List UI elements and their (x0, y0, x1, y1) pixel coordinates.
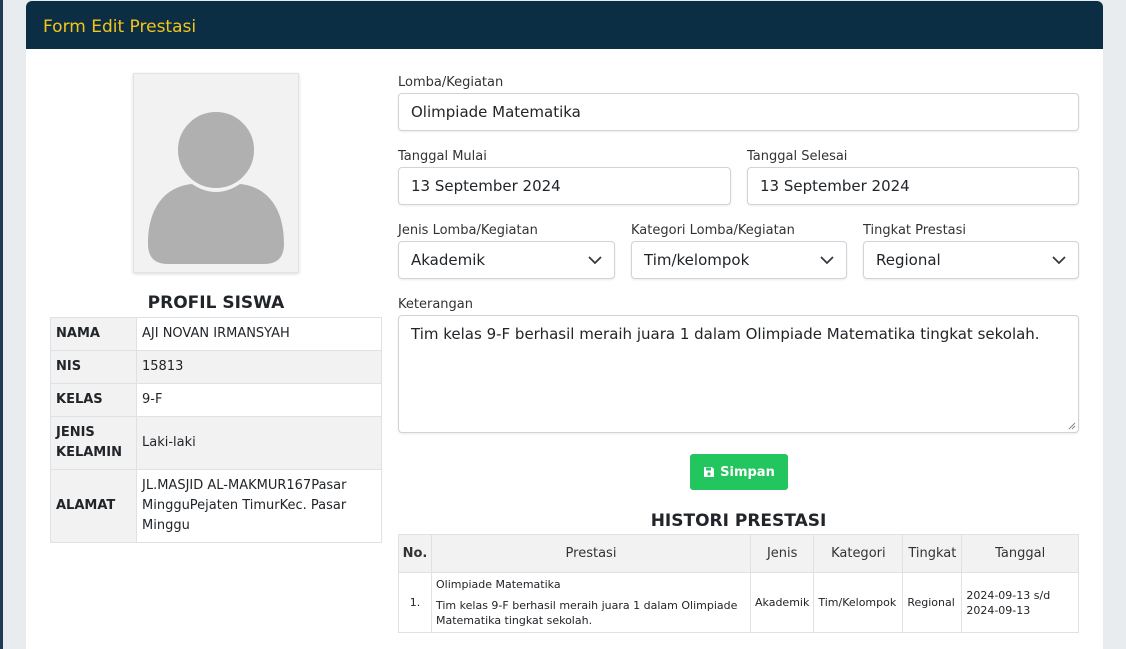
tanggal-selesai-label: Tanggal Selesai (747, 149, 848, 164)
lomba-input[interactable]: Olimpiade Matematika (398, 93, 1079, 131)
save-button[interactable]: Simpan (690, 454, 788, 490)
history-cell-jenis: Akademik (749, 572, 815, 633)
history-cell-no: 1. (398, 572, 432, 633)
keterangan-label: Keterangan (398, 297, 473, 312)
user-silhouette-icon (148, 108, 284, 264)
chevron-down-icon (588, 256, 602, 265)
kategori-select-value: Tim/kelompok (644, 251, 750, 269)
history-prestasi-title: Olimpiade Matematika (436, 578, 561, 591)
profile-value: 15813 (136, 350, 382, 384)
history-cell-kategori: Tim/Kelompok (813, 572, 904, 633)
tanggal-mulai-input[interactable]: 13 September 2024 (398, 167, 731, 205)
profile-key: NAMA (50, 317, 137, 351)
keterangan-textarea[interactable]: Tim kelas 9-F berhasil meraih juara 1 da… (398, 315, 1079, 433)
profile-value: 9-F (136, 383, 382, 417)
history-cell-tingkat: Regional (902, 572, 963, 633)
profile-key: JENIS KELAMIN (50, 416, 137, 470)
chevron-down-icon (820, 256, 834, 265)
history-header-row: No. Prestasi Jenis Kategori Tingkat Tang… (398, 534, 1079, 573)
profile-value: Laki-laki (136, 416, 382, 470)
history-title: HISTORI PRESTASI (650, 511, 827, 531)
jenis-select-value: Akademik (411, 251, 486, 269)
tanggal-selesai-input[interactable]: 13 September 2024 (747, 167, 1079, 205)
history-cell-prestasi: Olimpiade Matematika Tim kelas 9-F berha… (431, 572, 751, 633)
history-cell-tanggal: 2024-09-13 s/d 2024-09-13 (961, 572, 1079, 633)
tanggal-mulai-label: Tanggal Mulai (398, 149, 487, 164)
tingkat-select[interactable]: Regional (863, 241, 1079, 279)
profile-row-alamat: ALAMAT JL.MASJID AL-MAKMUR167Pasar Mingg… (50, 469, 382, 543)
save-button-label: Simpan (720, 464, 775, 480)
table-row: 1. Olimpiade Matematika Tim kelas 9-F be… (398, 572, 1079, 633)
profile-row-nis: NIS 15813 (50, 350, 382, 384)
profile-value: AJI NOVAN IRMANSYAH (136, 317, 382, 351)
history-table: No. Prestasi Jenis Kategori Tingkat Tang… (398, 534, 1079, 633)
resize-handle-icon[interactable] (1068, 422, 1076, 430)
chevron-down-icon (1052, 256, 1066, 265)
profile-key: KELAS (50, 383, 137, 417)
history-col-jenis: Jenis (749, 534, 815, 573)
tingkat-label: Tingkat Prestasi (863, 223, 967, 238)
profile-key: ALAMAT (50, 469, 137, 543)
history-col-tanggal: Tanggal (961, 534, 1079, 573)
profile-table: NAMA AJI NOVAN IRMANSYAH NIS 15813 KELAS… (50, 317, 382, 543)
jenis-label: Jenis Lomba/Kegiatan (398, 223, 538, 238)
profile-value: JL.MASJID AL-MAKMUR167Pasar MingguPejate… (136, 469, 382, 543)
profile-title: PROFIL SISWA (147, 293, 285, 313)
history-col-kategori: Kategori (813, 534, 904, 573)
history-col-no: No. (398, 534, 432, 573)
profile-key: NIS (50, 350, 137, 384)
page-title: Form Edit Prestasi (43, 17, 197, 37)
history-prestasi-desc: Tim kelas 9-F berhasil meraih juara 1 da… (436, 599, 738, 627)
kategori-label: Kategori Lomba/Kegiatan (631, 223, 795, 238)
history-col-tingkat: Tingkat (902, 534, 963, 573)
keterangan-text: Tim kelas 9-F berhasil meraih juara 1 da… (411, 325, 1040, 343)
profile-row-jenis-kelamin: JENIS KELAMIN Laki-laki (50, 416, 382, 470)
lomba-label: Lomba/Kegiatan (398, 75, 504, 90)
kategori-select[interactable]: Tim/kelompok (631, 241, 847, 279)
profile-row-nama: NAMA AJI NOVAN IRMANSYAH (50, 317, 382, 351)
student-photo (133, 73, 299, 273)
page-edge-stripe (0, 0, 3, 649)
edit-prestasi-card: Form Edit Prestasi PROFIL SISWA NAMA AJI… (26, 1, 1103, 649)
history-col-prestasi: Prestasi (431, 534, 751, 573)
card-header: Form Edit Prestasi (26, 1, 1103, 49)
floppy-disk-icon (704, 467, 715, 477)
profile-row-kelas: KELAS 9-F (50, 383, 382, 417)
jenis-select[interactable]: Akademik (398, 241, 615, 279)
tingkat-select-value: Regional (876, 251, 941, 269)
